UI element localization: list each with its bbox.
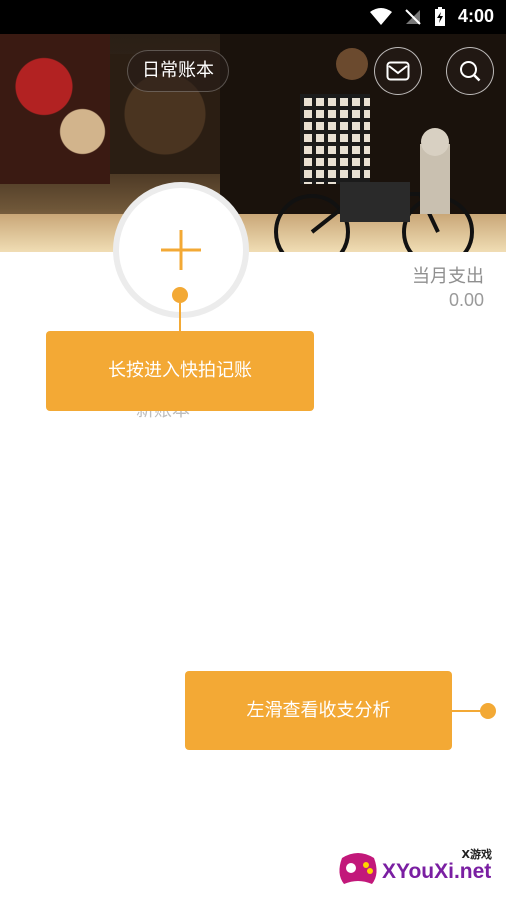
long-press-tip: 长按进入快拍记账 bbox=[46, 331, 314, 411]
tip-connector-dot bbox=[172, 287, 188, 303]
search-icon bbox=[460, 61, 481, 82]
watermark: X游戏 XYouXi.net bbox=[336, 846, 500, 894]
gamepad-logo-icon bbox=[339, 853, 377, 884]
no-signal-icon bbox=[405, 8, 421, 25]
swipe-left-tip: 左滑查看收支分析 bbox=[185, 671, 452, 750]
mail-icon bbox=[386, 61, 410, 81]
monthly-expense-label: 当月支出 bbox=[412, 266, 484, 287]
book-selector[interactable]: 日常账本 bbox=[127, 50, 229, 92]
battery-charging-icon bbox=[434, 6, 445, 26]
status-time: 4:00 bbox=[457, 6, 494, 26]
tip-connector-dot bbox=[480, 703, 496, 719]
monthly-expense-value: 0.00 bbox=[448, 290, 484, 310]
header-background-image bbox=[0, 34, 506, 252]
wifi-icon bbox=[369, 7, 392, 25]
status-bar: 4:00 bbox=[0, 0, 506, 34]
tip-connector-line bbox=[179, 303, 181, 331]
watermark-site-text: XYouXi.net bbox=[382, 860, 492, 883]
plus-icon bbox=[161, 230, 201, 270]
cyclist-illustration bbox=[274, 48, 474, 252]
mail-button[interactable] bbox=[374, 47, 422, 95]
search-button[interactable] bbox=[446, 47, 494, 95]
tip-connector-line bbox=[452, 710, 482, 712]
